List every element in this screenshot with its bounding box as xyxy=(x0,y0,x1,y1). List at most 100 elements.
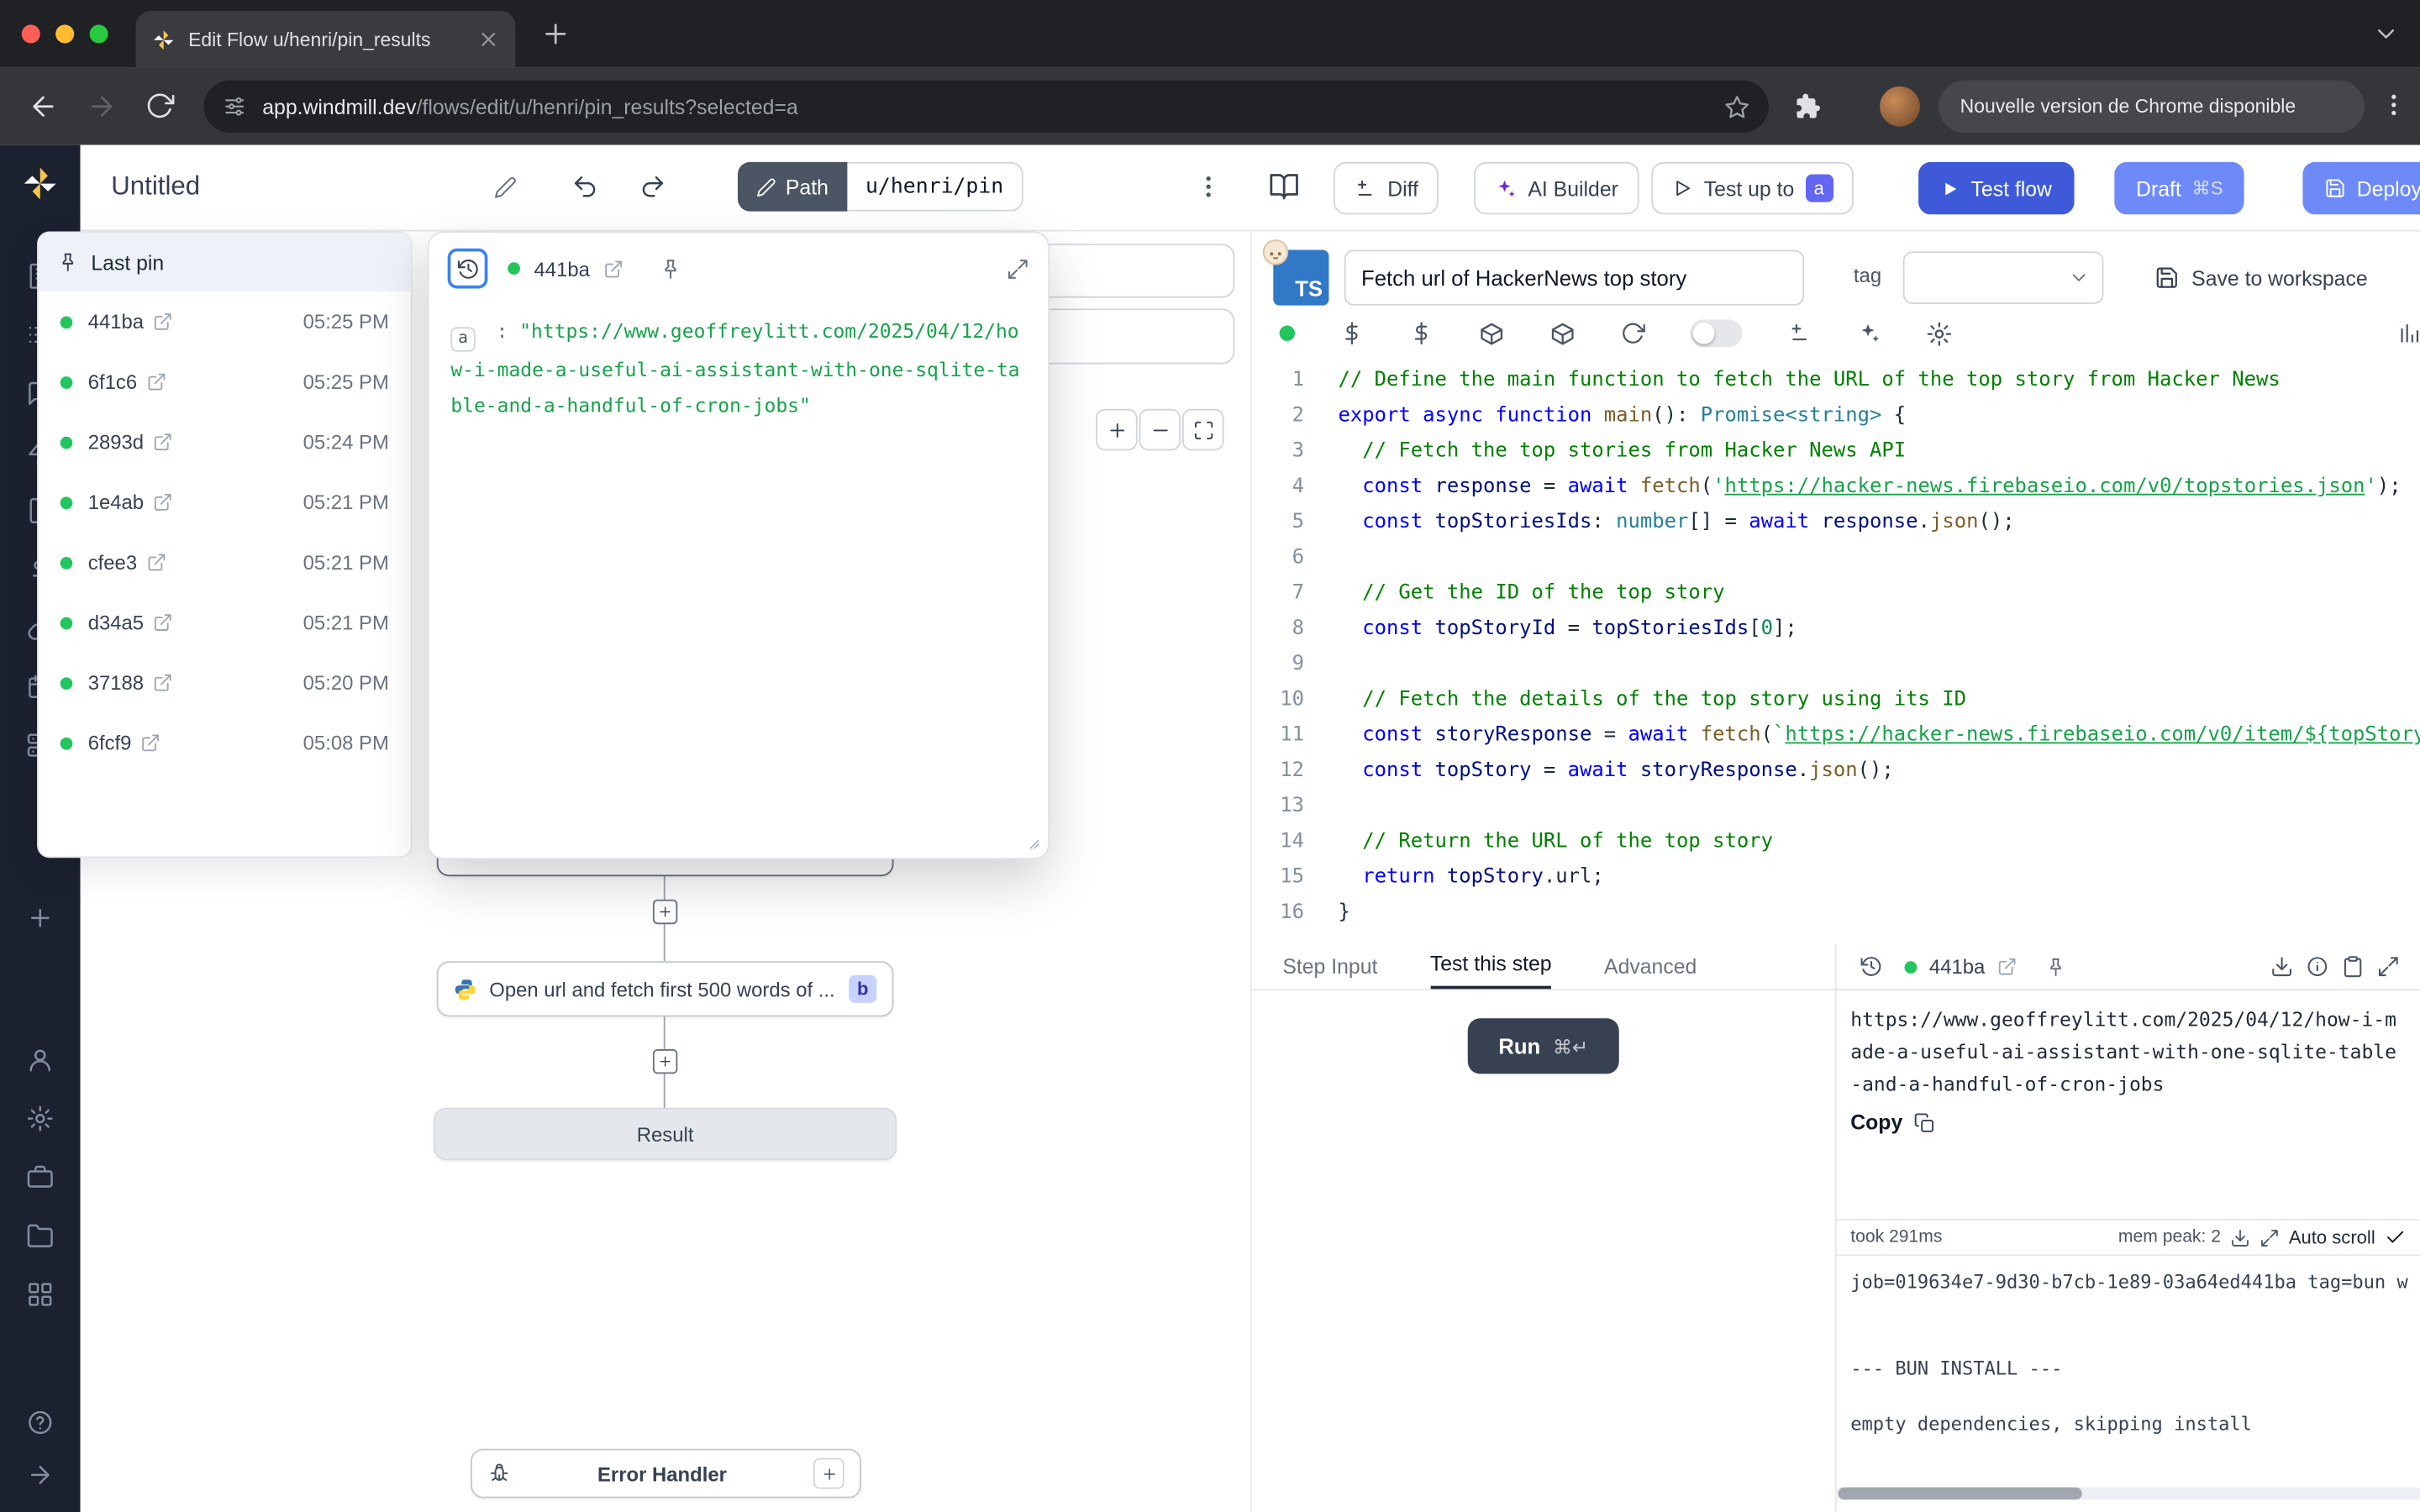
address-bar[interactable]: app.windmill.dev/flows/edit/u/henri/pin_… xyxy=(203,81,1768,133)
library-columns-icon[interactable] xyxy=(2396,321,2420,345)
profile-avatar[interactable] xyxy=(1880,87,1920,127)
insert-step-button[interactable] xyxy=(653,900,677,924)
gear-icon[interactable] xyxy=(26,1105,54,1132)
code-editor[interactable]: 12345678910111213141516 // Define the ma… xyxy=(1252,358,2420,941)
insert-step-button[interactable] xyxy=(653,1049,677,1074)
expand-icon[interactable] xyxy=(1007,257,1030,281)
ai-sparkles-icon[interactable] xyxy=(1857,321,1881,345)
horizontal-scrollbar[interactable] xyxy=(1835,1488,2420,1500)
last-pin-row[interactable]: 3718805:20 PM xyxy=(39,653,411,713)
browser-menu-icon[interactable] xyxy=(2380,91,2407,118)
history-icon[interactable] xyxy=(1860,955,1883,979)
last-pin-row[interactable]: 1e4ab05:21 PM xyxy=(39,472,411,533)
edit-title-pencil-icon[interactable] xyxy=(494,176,518,199)
pin-icon[interactable] xyxy=(2045,956,2067,978)
flow-node-b[interactable]: Open url and fetch first 500 words of ..… xyxy=(437,961,894,1016)
result-node[interactable]: Result xyxy=(434,1108,897,1160)
editor-toggle[interactable] xyxy=(1690,319,1742,347)
external-link-icon[interactable] xyxy=(140,732,160,753)
sidebar-expand-icon[interactable] xyxy=(26,1461,54,1488)
run-button[interactable]: Run ⌘↵ xyxy=(1468,1018,1619,1074)
back-button[interactable] xyxy=(28,91,59,122)
bookmark-star-icon[interactable] xyxy=(1724,93,1750,119)
refresh-icon[interactable] xyxy=(1621,321,1645,345)
grid-icon[interactable] xyxy=(26,1280,54,1308)
more-options-icon[interactable] xyxy=(1195,173,1223,201)
redo-icon[interactable] xyxy=(639,173,666,201)
test-flow-button[interactable]: Test flow xyxy=(1918,162,2074,214)
diff-button[interactable]: Diff xyxy=(1334,162,1439,214)
briefcase-icon[interactable] xyxy=(26,1163,54,1191)
deploy-button[interactable]: Deploy xyxy=(2302,162,2420,214)
history-button[interactable] xyxy=(448,249,488,289)
external-link-icon[interactable] xyxy=(146,372,166,392)
result-url: https://www.geoffreylitt.com/2025/04/12/… xyxy=(1850,1003,2403,1100)
help-icon[interactable] xyxy=(26,1409,54,1436)
pin-icon[interactable] xyxy=(660,257,683,281)
tab-advanced[interactable]: Advanced xyxy=(1604,955,1697,989)
draft-button[interactable]: Draft ⌘S xyxy=(2114,162,2244,214)
tab-step-input[interactable]: Step Input xyxy=(1282,955,1377,989)
clipboard-icon[interactable] xyxy=(2341,955,2365,979)
tag-select[interactable] xyxy=(1903,251,2104,303)
fit-view-button[interactable] xyxy=(1182,409,1224,451)
test-up-to-button[interactable]: Test up to a xyxy=(1651,162,1853,214)
external-link-icon[interactable] xyxy=(1997,957,2018,977)
autoscroll-checkbox[interactable] xyxy=(2385,1226,2407,1248)
folder-icon[interactable] xyxy=(26,1222,54,1250)
package-icon[interactable] xyxy=(1549,320,1576,346)
download-logs-icon[interactable] xyxy=(2230,1227,2250,1247)
external-link-icon[interactable] xyxy=(153,492,173,512)
last-pin-row[interactable]: 6fcf905:08 PM xyxy=(39,713,411,774)
zoom-out-button[interactable] xyxy=(1139,409,1181,451)
window-zoom-button[interactable] xyxy=(90,24,108,43)
extensions-puzzle-icon[interactable] xyxy=(1793,92,1821,120)
docs-book-icon[interactable] xyxy=(1269,171,1300,202)
package-icon[interactable] xyxy=(1479,320,1505,346)
chrome-update-button[interactable]: Nouvelle version de Chrome disponible xyxy=(1939,81,2365,133)
tab-close-icon[interactable] xyxy=(477,28,501,51)
reload-button[interactable] xyxy=(145,91,175,120)
user-icon[interactable] xyxy=(26,1046,54,1074)
external-link-icon[interactable] xyxy=(153,432,173,452)
variables-dollar-icon[interactable] xyxy=(1339,321,1364,345)
window-minimize-button[interactable] xyxy=(55,24,74,43)
expand-logs-icon[interactable] xyxy=(2260,1227,2280,1247)
last-pin-row[interactable]: 441ba05:25 PM xyxy=(39,291,411,352)
resources-dollar-icon[interactable] xyxy=(1409,321,1434,345)
windmill-logo-icon[interactable] xyxy=(20,164,60,204)
fullscreen-icon[interactable] xyxy=(2377,955,2401,979)
zoom-in-button[interactable] xyxy=(1096,409,1138,451)
add-error-handler-button[interactable] xyxy=(813,1458,844,1489)
path-control[interactable]: Path u/henri/pin xyxy=(738,162,1023,212)
horizontal-scrollbar-thumb[interactable] xyxy=(1839,1488,2082,1500)
copy-button[interactable]: Copy xyxy=(1850,1110,1935,1134)
last-pin-row[interactable]: cfee305:21 PM xyxy=(39,533,411,593)
external-link-icon[interactable] xyxy=(603,259,623,279)
error-handler-node[interactable]: Error Handler xyxy=(471,1449,861,1499)
resize-handle-icon[interactable] xyxy=(1025,835,1040,850)
editor-settings-gear-icon[interactable] xyxy=(1926,320,1952,346)
external-link-icon[interactable] xyxy=(146,553,166,573)
info-icon[interactable] xyxy=(2306,955,2329,979)
undo-icon[interactable] xyxy=(571,173,599,201)
new-tab-button[interactable] xyxy=(540,18,571,50)
external-link-icon[interactable] xyxy=(153,673,173,693)
save-to-workspace-button[interactable]: Save to workspace xyxy=(2154,251,2368,303)
forward-button[interactable] xyxy=(87,91,118,122)
tab-test-this-step[interactable]: Test this step xyxy=(1430,952,1552,989)
external-link-icon[interactable] xyxy=(153,312,173,332)
last-pin-row[interactable]: 6f1c605:25 PM xyxy=(39,352,411,412)
download-icon[interactable] xyxy=(2270,955,2294,979)
plus-icon[interactable] xyxy=(26,904,54,932)
last-pin-row[interactable]: 2893d05:24 PM xyxy=(39,412,411,472)
tab-search-chevron-icon[interactable] xyxy=(2372,20,2400,48)
ai-builder-button[interactable]: AI Builder xyxy=(1474,162,1639,214)
external-link-icon[interactable] xyxy=(153,612,173,633)
step-name-input[interactable] xyxy=(1344,250,1804,306)
window-close-button[interactable] xyxy=(22,24,40,43)
site-info-icon[interactable] xyxy=(222,94,246,118)
diff-mode-icon[interactable] xyxy=(1787,321,1812,345)
browser-tab[interactable]: Edit Flow u/henri/pin_results xyxy=(136,11,516,68)
last-pin-row[interactable]: d34a505:21 PM xyxy=(39,592,411,653)
